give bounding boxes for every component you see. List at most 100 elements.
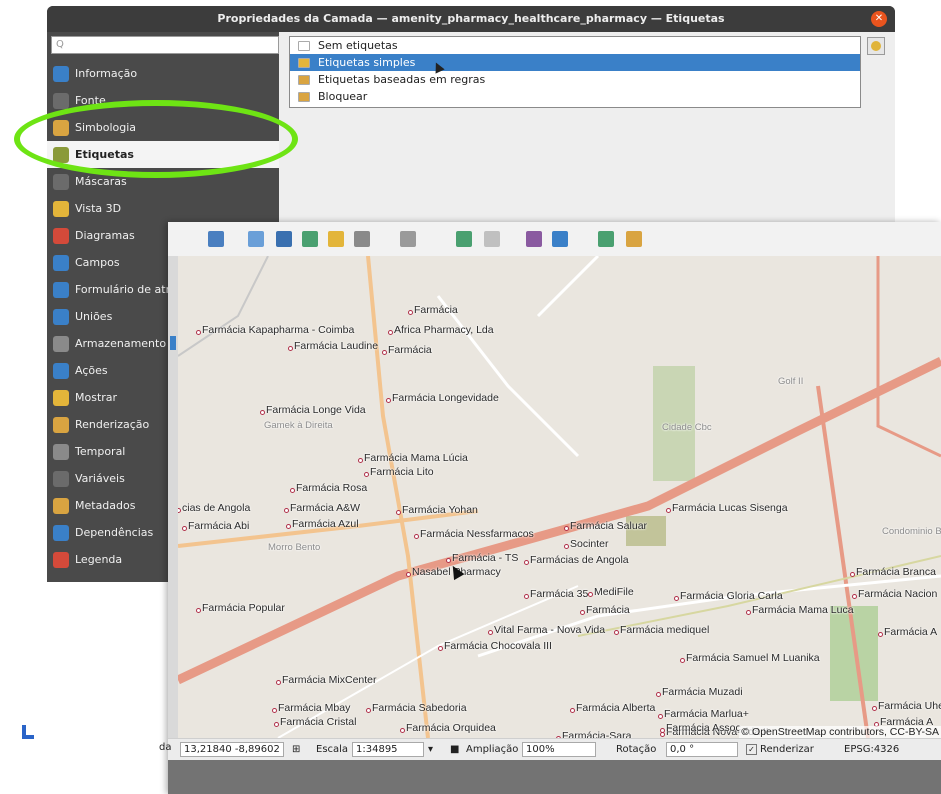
pharmacy-label[interactable]: Farmácia 35 [530,588,588,600]
label-mode-option[interactable]: Etiquetas baseadas em regras [290,71,860,88]
pharmacy-label[interactable]: Farmácia Marlua+ [664,708,749,720]
pharmacy-label[interactable]: Farmácia Uhe [878,700,941,712]
crs-button[interactable]: EPSG:4326 [844,743,899,757]
pharmacy-point[interactable] [588,592,593,597]
pharmacy-point[interactable] [182,526,187,531]
pharmacy-label[interactable]: Farmácia Cristal [280,716,356,728]
pharmacy-label[interactable]: Farmácia Nessfarmacos [420,528,534,540]
pharmacy-label[interactable]: Farmácia Yohan [402,504,478,516]
pharmacy-point[interactable] [276,680,281,685]
pharmacy-label[interactable]: Farmácia Abi [188,520,249,532]
pharmacy-label[interactable]: Farmácia Longevidade [392,392,499,404]
pharmacy-point[interactable] [274,722,279,727]
sidebar-item[interactable]: Informação [47,60,279,87]
python-icon[interactable] [526,231,542,247]
pharmacy-point[interactable] [400,728,405,733]
style-manager-button[interactable] [867,37,885,55]
pharmacy-label[interactable]: Vital Farma - Nova Vida [494,624,605,636]
pharmacy-label[interactable]: cias de Angola [182,502,250,514]
pharmacy-point[interactable] [284,508,289,513]
pharmacy-point[interactable] [564,526,569,531]
pharmacy-point[interactable] [364,472,369,477]
close-icon[interactable]: ✕ [871,11,887,27]
pharmacy-point[interactable] [446,558,451,563]
pharmacy-label[interactable]: Farmácia A&W [290,502,360,514]
pharmacy-point[interactable] [286,524,291,529]
pharmacy-point[interactable] [850,572,855,577]
lock-icon[interactable]: ■ [450,743,459,757]
zoom-icon[interactable] [598,231,614,247]
pharmacy-point[interactable] [408,310,413,315]
rotate-label-icon[interactable] [328,231,344,247]
pharmacy-label[interactable]: Farmácia [414,304,458,316]
pharmacy-point[interactable] [524,594,529,599]
pharmacy-label[interactable]: Farmácia A [884,626,937,638]
show-hide-label-icon[interactable] [276,231,292,247]
rotation-spinbox[interactable]: 0,0 ° [666,742,738,757]
label-mode-option[interactable]: Sem etiquetas [290,37,860,54]
pharmacy-label[interactable]: Farmácia Nacion [858,588,937,600]
change-label-icon[interactable] [354,231,370,247]
label-mode-option[interactable]: Bloquear [290,88,860,105]
pharmacy-label[interactable]: Farmácia [586,604,630,616]
pharmacy-label[interactable]: Farmácia Mama Luca [752,604,854,616]
pharmacy-point[interactable] [358,458,363,463]
pharmacy-label[interactable]: Farmácia Orquidea [406,722,496,734]
pharmacy-point[interactable] [272,708,277,713]
pharmacy-label[interactable]: Farmácia Laudine [294,340,378,352]
pharmacy-point[interactable] [382,350,387,355]
pharmacy-label[interactable]: Socinter [570,538,609,550]
pharmacy-label[interactable]: Farmácia MixCenter [282,674,377,686]
pharmacy-label[interactable]: Farmácia Sabedoria [372,702,467,714]
pharmacy-point[interactable] [388,330,393,335]
pharmacy-point[interactable] [674,596,679,601]
pharmacy-point[interactable] [852,594,857,599]
pharmacy-label[interactable]: Farmácia Longe Vida [266,404,366,416]
pharmacy-point[interactable] [666,508,671,513]
label-mode-dropdown[interactable]: Sem etiquetas Etiquetas simples Etiquetas … [289,36,861,108]
label-tool-icon[interactable] [208,231,224,247]
pharmacy-point[interactable] [414,534,419,539]
pharmacy-label[interactable]: Farmácia-Sara [562,730,631,738]
pharmacy-point[interactable] [746,610,751,615]
pharmacy-label[interactable]: Farmácias de Angola [530,554,629,566]
pharmacy-point[interactable] [406,572,411,577]
pharmacy-label[interactable]: Farmácia mediquel [620,624,709,636]
pharmacy-label[interactable]: Farmácia Lito [370,466,434,478]
pharmacy-label[interactable]: Farmácia Gloria Carla [680,590,783,602]
pharmacy-label[interactable]: Farmácia Saluar [570,520,647,532]
wand-icon[interactable] [456,231,472,247]
text-annotation-icon[interactable] [400,231,416,247]
extents-toggle-icon[interactable]: ⊞ [292,743,300,757]
sidebar-item[interactable]: Vista 3D [47,195,279,222]
magnifier-spinbox[interactable]: 100% [522,742,596,757]
pharmacy-point[interactable] [386,398,391,403]
pharmacy-point[interactable] [656,692,661,697]
pharmacy-point[interactable] [872,706,877,711]
pharmacy-label[interactable]: Farmácia Chocovala III [444,640,552,652]
pharmacy-label[interactable]: Farmácia [388,344,432,356]
render-checkbox[interactable]: ✓ Renderizar [746,743,814,757]
pharmacy-point[interactable] [196,608,201,613]
pharmacy-label[interactable]: Farmácia Popular [202,602,285,614]
pin-label-icon[interactable] [248,231,264,247]
pharmacy-label[interactable]: Farmácia Assoc [666,722,741,734]
move-label-icon[interactable] [302,231,318,247]
pharmacy-label[interactable]: Farmácia Samuel M Luanika [686,652,820,664]
pharmacy-label[interactable]: Farmácia Alberta [576,702,655,714]
pharmacy-label[interactable]: Farmácia Mama Lúcia [364,452,468,464]
pharmacy-point[interactable] [438,646,443,651]
pharmacy-label[interactable]: Farmácia Azul [292,518,359,530]
map-view[interactable]: Farmácia Kapapharma - Coimba Farmácia Afri… [178,256,941,738]
pharmacy-label[interactable]: Farmácia Lucas Sisenga [672,502,788,514]
pharmacy-point[interactable] [614,630,619,635]
pharmacy-label[interactable]: Farmácia - TS [452,552,518,564]
sidebar-search-input[interactable]: Q [51,36,279,54]
identify-icon[interactable] [552,231,568,247]
pharmacy-point[interactable] [660,728,665,733]
pharmacy-point[interactable] [288,346,293,351]
pharmacy-point[interactable] [680,658,685,663]
pharmacy-label[interactable]: Farmácia Mbay [278,702,350,714]
pharmacy-label[interactable]: Africa Pharmacy, Lda [394,324,494,336]
pharmacy-point[interactable] [290,488,295,493]
